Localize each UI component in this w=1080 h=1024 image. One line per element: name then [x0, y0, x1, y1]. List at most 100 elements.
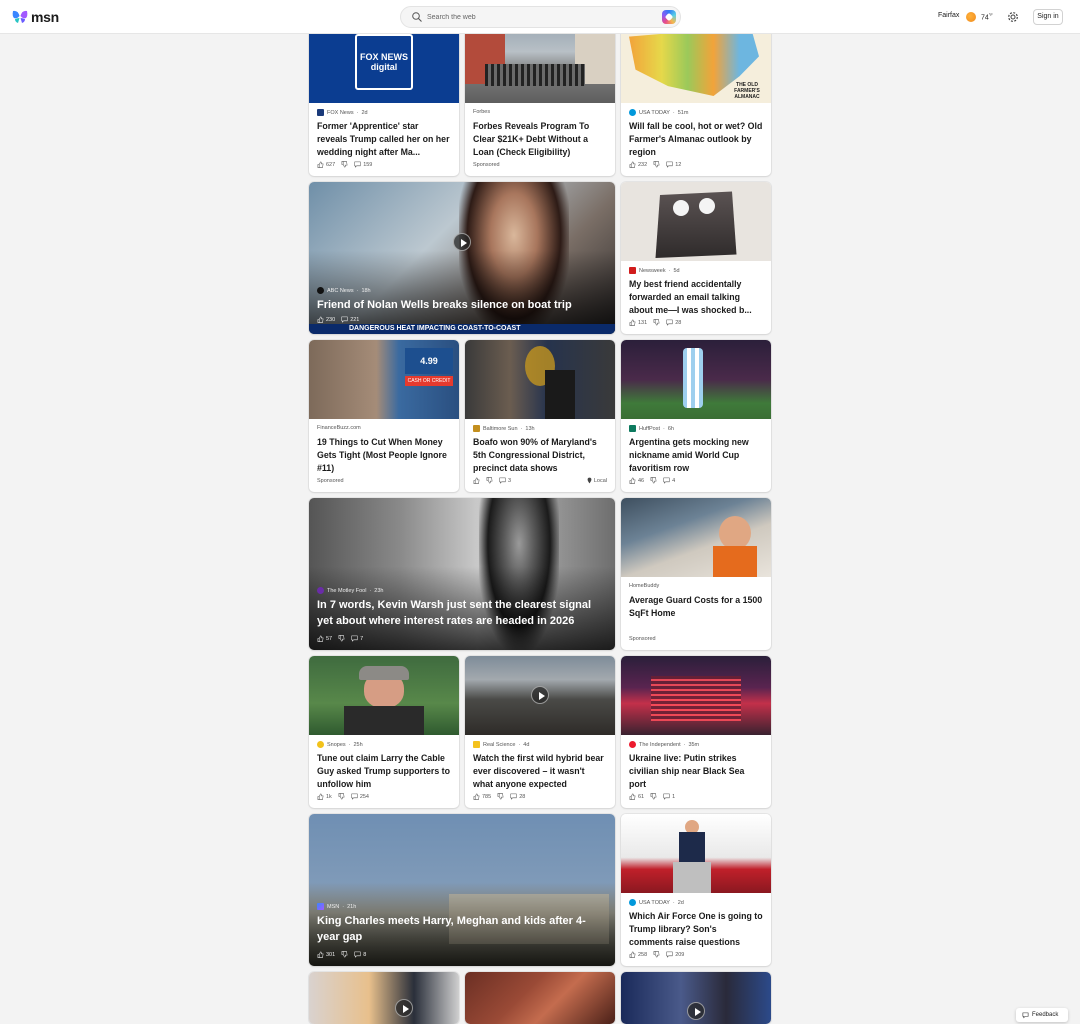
news-card-usatoday-almanac[interactable]: THE OLD FARMER'S ALMANAC USA TODAY · 51m W… — [621, 24, 771, 176]
card-source[interactable]: MSN — [327, 904, 339, 910]
weather-location[interactable]: Fairfax — [938, 12, 959, 19]
thumbs-up-icon — [317, 793, 324, 800]
card-title[interactable]: In 7 words, Kevin Warsh just sent the cl… — [317, 597, 607, 630]
news-card-snopes[interactable]: Snopes · 25h Tune out claim Larry the Cabl… — [309, 656, 459, 808]
news-card-abc-video[interactable]: DANGEROUS HEAT IMPACTING COAST-TO-COAST … — [309, 182, 615, 334]
comment-button[interactable]: 28 — [666, 319, 681, 326]
news-card-homebuddy[interactable]: HomeBuddy Average Guard Costs for a 1500… — [621, 498, 771, 650]
card-source[interactable]: The Independent — [639, 742, 681, 748]
news-card-motley-fool[interactable]: The Motley Fool · 23h In 7 words, Kevin Wa… — [309, 498, 615, 650]
card-source[interactable]: The Motley Fool — [327, 588, 366, 594]
card-source[interactable]: Baltimore Sun — [483, 426, 518, 432]
comment-button[interactable]: 221 — [341, 316, 359, 323]
card-source[interactable]: FOX News — [327, 110, 354, 116]
like-button[interactable]: 627 — [317, 161, 335, 168]
like-button[interactable]: 46 — [629, 477, 644, 484]
card-source[interactable]: USA TODAY — [639, 110, 670, 116]
card-title[interactable]: Boafo won 90% of Maryland's 5th Congress… — [473, 436, 607, 475]
news-card-partial-2[interactable] — [465, 972, 615, 1024]
search-input[interactable] — [427, 9, 647, 25]
news-card-huffpost[interactable]: HuffPost · 6h Argentina gets mocking new n… — [621, 340, 771, 492]
card-meta: USA TODAY · 51m — [629, 109, 688, 116]
card-title[interactable]: Argentina gets mocking new nickname amid… — [629, 436, 763, 475]
card-source[interactable]: Newsweek — [639, 268, 666, 274]
news-card-msn[interactable]: MSN · 21h King Charles meets Harry, Meghan… — [309, 814, 615, 966]
comment-button[interactable]: 4 — [663, 477, 675, 484]
card-title[interactable]: Former 'Apprentice' star reveals Trump c… — [317, 120, 451, 159]
like-button[interactable]: 230 — [317, 316, 335, 323]
like-button[interactable]: 1k — [317, 793, 332, 800]
card-source[interactable]: HomeBuddy — [629, 583, 659, 589]
news-card-real-science[interactable]: Real Science · 4d Watch the first wild hyb… — [465, 656, 615, 808]
dislike-button[interactable] — [650, 793, 657, 800]
feedback-button[interactable]: Feedback — [1016, 1008, 1068, 1022]
card-source[interactable]: Real Science — [483, 742, 515, 748]
card-thumbnail — [621, 656, 771, 735]
news-card-usatoday-airforce[interactable]: USA TODAY · 2d Which Air Force One is goin… — [621, 814, 771, 966]
gear-icon[interactable] — [1007, 11, 1019, 23]
news-card-financebuzz[interactable]: 4.99 CASH OR CREDIT FinanceBuzz.com 19 T… — [309, 340, 459, 492]
dislike-button[interactable] — [497, 793, 504, 800]
card-title[interactable]: Will fall be cool, hot or wet? Old Farme… — [629, 120, 763, 159]
play-icon[interactable] — [531, 686, 549, 704]
card-source[interactable]: Snopes — [327, 742, 346, 748]
card-source[interactable]: Forbes — [473, 109, 490, 115]
like-button[interactable]: 258 — [629, 951, 647, 958]
card-title[interactable]: 19 Things to Cut When Money Gets Tight (… — [317, 436, 451, 475]
like-button[interactable]: 57 — [317, 635, 332, 642]
comment-button[interactable]: 28 — [510, 793, 525, 800]
card-source[interactable]: ABC News — [327, 288, 354, 294]
card-title[interactable]: Friend of Nolan Wells breaks silence on … — [317, 297, 607, 314]
card-title[interactable]: Tune out claim Larry the Cable Guy asked… — [317, 752, 451, 791]
dislike-button[interactable] — [486, 477, 493, 484]
card-title[interactable]: My best friend accidentally forwarded an… — [629, 278, 763, 317]
news-card-newsweek[interactable]: Newsweek · 5d My best friend accidentally … — [621, 182, 771, 334]
comment-button[interactable]: 3 — [499, 477, 511, 484]
comment-button[interactable]: 12 — [666, 161, 681, 168]
play-icon[interactable] — [453, 233, 471, 251]
dislike-button[interactable] — [650, 477, 657, 484]
search-box[interactable] — [400, 6, 681, 28]
play-icon[interactable] — [395, 999, 413, 1017]
news-card-partial-1[interactable] — [309, 972, 459, 1024]
dislike-button[interactable] — [653, 319, 660, 326]
msn-logo[interactable]: msn — [12, 9, 59, 25]
comment-button[interactable]: 7 — [351, 635, 363, 642]
dislike-button[interactable] — [338, 635, 345, 642]
news-card-baltimore[interactable]: Baltimore Sun · 13h Boafo won 90% of Maryl… — [465, 340, 615, 492]
dislike-button[interactable] — [341, 951, 348, 958]
card-source[interactable]: FinanceBuzz.com — [317, 425, 361, 431]
card-title[interactable]: Watch the first wild hybrid bear ever di… — [473, 752, 607, 791]
card-source[interactable]: HuffPost — [639, 426, 660, 432]
like-button[interactable]: 61 — [629, 793, 644, 800]
news-card-fox[interactable]: FOX NEWS digital FOX News · 2d Former 'App… — [309, 24, 459, 176]
like-button[interactable]: 301 — [317, 951, 335, 958]
card-title[interactable]: Which Air Force One is going to Trump li… — [629, 910, 763, 949]
like-button[interactable]: 232 — [629, 161, 647, 168]
card-title[interactable]: Ukraine live: Putin strikes civilian shi… — [629, 752, 763, 791]
sign-in-button[interactable]: Sign in — [1033, 9, 1063, 25]
card-title[interactable]: King Charles meets Harry, Meghan and kid… — [317, 913, 607, 946]
comment-button[interactable]: 209 — [666, 951, 684, 958]
dislike-button[interactable] — [653, 951, 660, 958]
news-card-independent[interactable]: The Independent · 35m Ukraine live: Putin … — [621, 656, 771, 808]
card-title[interactable]: Average Guard Costs for a 1500 SqFt Home — [629, 594, 763, 620]
like-button[interactable] — [473, 477, 480, 484]
news-card-forbes[interactable]: Forbes Forbes Reveals Program To Clear $… — [465, 24, 615, 176]
news-card-partial-3[interactable] — [621, 972, 771, 1024]
comment-button[interactable]: 254 — [351, 793, 369, 800]
like-button[interactable]: 131 — [629, 319, 647, 326]
copilot-icon[interactable] — [662, 10, 676, 24]
comment-button[interactable]: 159 — [354, 161, 372, 168]
dislike-button[interactable] — [653, 161, 660, 168]
sunny-icon[interactable] — [966, 12, 976, 22]
comment-button[interactable]: 1 — [663, 793, 675, 800]
card-title[interactable]: Forbes Reveals Program To Clear $21K+ De… — [473, 120, 607, 159]
card-source[interactable]: USA TODAY — [639, 900, 670, 906]
dislike-button[interactable] — [338, 793, 345, 800]
like-button[interactable]: 785 — [473, 793, 491, 800]
play-icon[interactable] — [687, 1002, 705, 1020]
comment-button[interactable]: 8 — [354, 951, 366, 958]
dislike-button[interactable] — [341, 161, 348, 168]
weather-temperature[interactable]: 74°F — [981, 12, 993, 21]
